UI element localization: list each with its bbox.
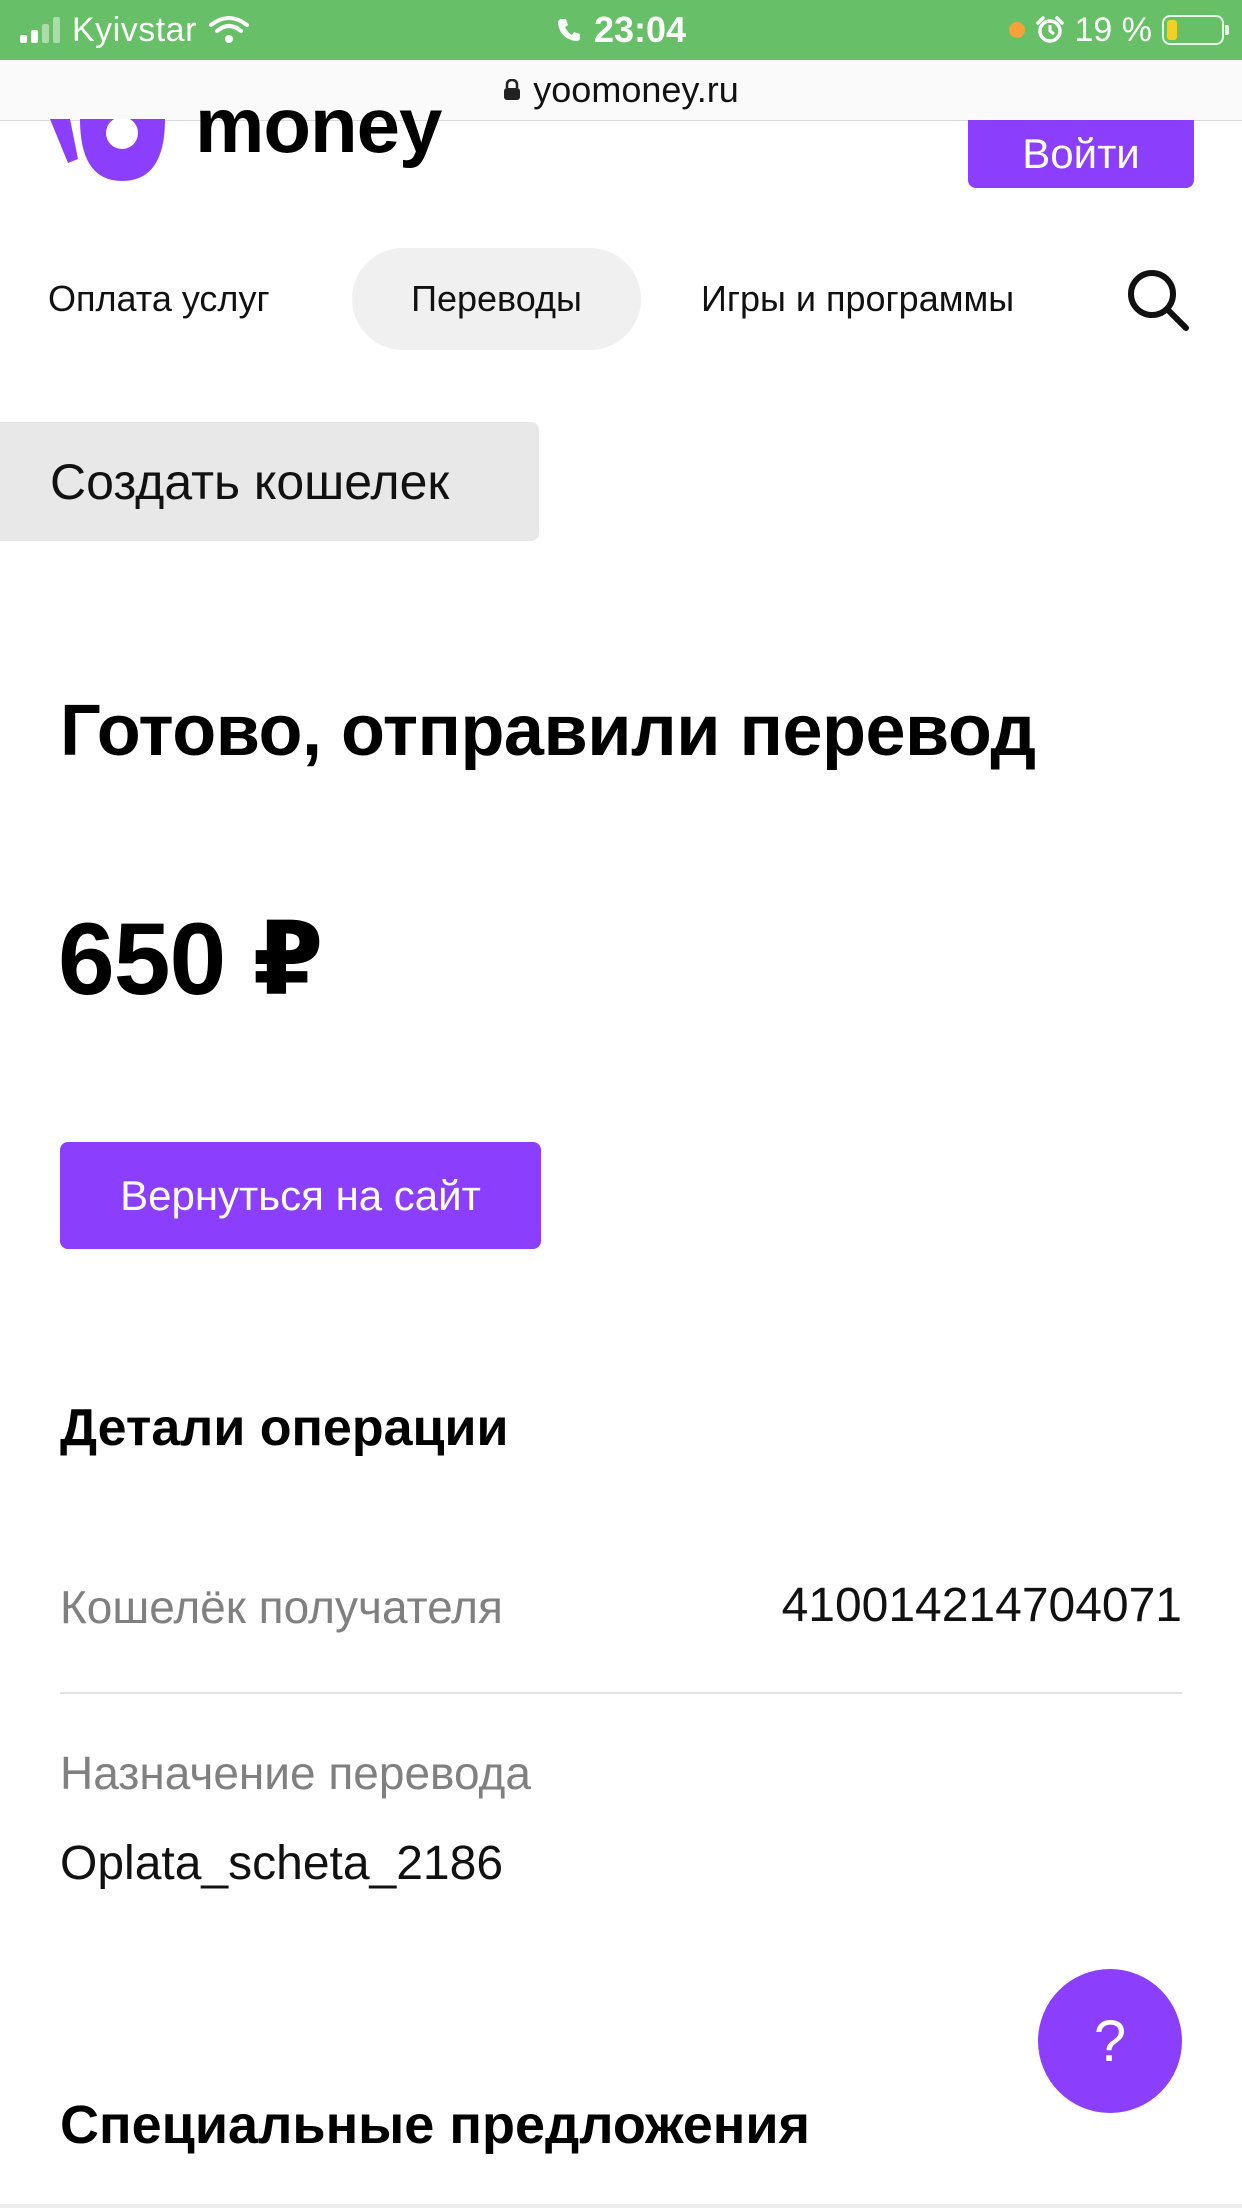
details-divider [60, 1692, 1182, 1694]
recording-indicator-icon [1008, 22, 1025, 38]
logo[interactable]: money [50, 81, 442, 181]
alarm-icon [1035, 16, 1064, 43]
logo-text: money [195, 80, 442, 169]
address-bar[interactable]: yoomoney.ru [0, 60, 1242, 121]
details-heading: Детали операции [60, 1399, 509, 1457]
phone-icon [557, 19, 580, 41]
login-button[interactable]: Войти [968, 120, 1194, 188]
status-right: 19 % [1008, 0, 1229, 60]
create-wallet-button[interactable]: Создать кошелек [0, 422, 539, 541]
recipient-wallet-label: Кошелёк получателя [60, 1581, 503, 1633]
nav-item-games[interactable]: Игры и программы [701, 248, 1051, 350]
bottom-divider [0, 2204, 1242, 2208]
category-nav: Оплата услуг Переводы Игры и программы [0, 248, 1242, 350]
transfer-purpose-label: Назначение перевода [60, 1747, 531, 1799]
transfer-amount: 650 ₽ [58, 902, 323, 1016]
status-bar: Kyivstar 23:04 19 % [0, 0, 1242, 60]
transfer-purpose-value: Oplata_scheta_2186 [60, 1837, 504, 1890]
status-time: 23:04 [593, 9, 687, 50]
lock-icon [504, 79, 521, 100]
battery-icon [1162, 15, 1229, 45]
special-offers-heading: Специальные предложения [60, 2095, 811, 2155]
url-text: yoomoney.ru [533, 69, 739, 110]
nav-item-transfers[interactable]: Переводы [352, 248, 641, 350]
page: Kyivstar 23:04 19 % yoomoney.ru money Во… [0, 0, 1242, 2208]
help-button[interactable]: ? [1038, 1969, 1182, 2113]
battery-percent: 19 % [1074, 10, 1153, 49]
recipient-wallet-value: 410014214704071 [781, 1579, 1182, 1632]
return-to-site-button[interactable]: Вернуться на сайт [60, 1142, 541, 1249]
nav-item-services[interactable]: Оплата услуг [48, 248, 270, 350]
yoomoney-logo-icon [50, 119, 165, 181]
page-title: Готово, отправили перевод [60, 691, 1036, 771]
search-icon[interactable] [1124, 266, 1190, 332]
battery-level [1167, 20, 1177, 40]
